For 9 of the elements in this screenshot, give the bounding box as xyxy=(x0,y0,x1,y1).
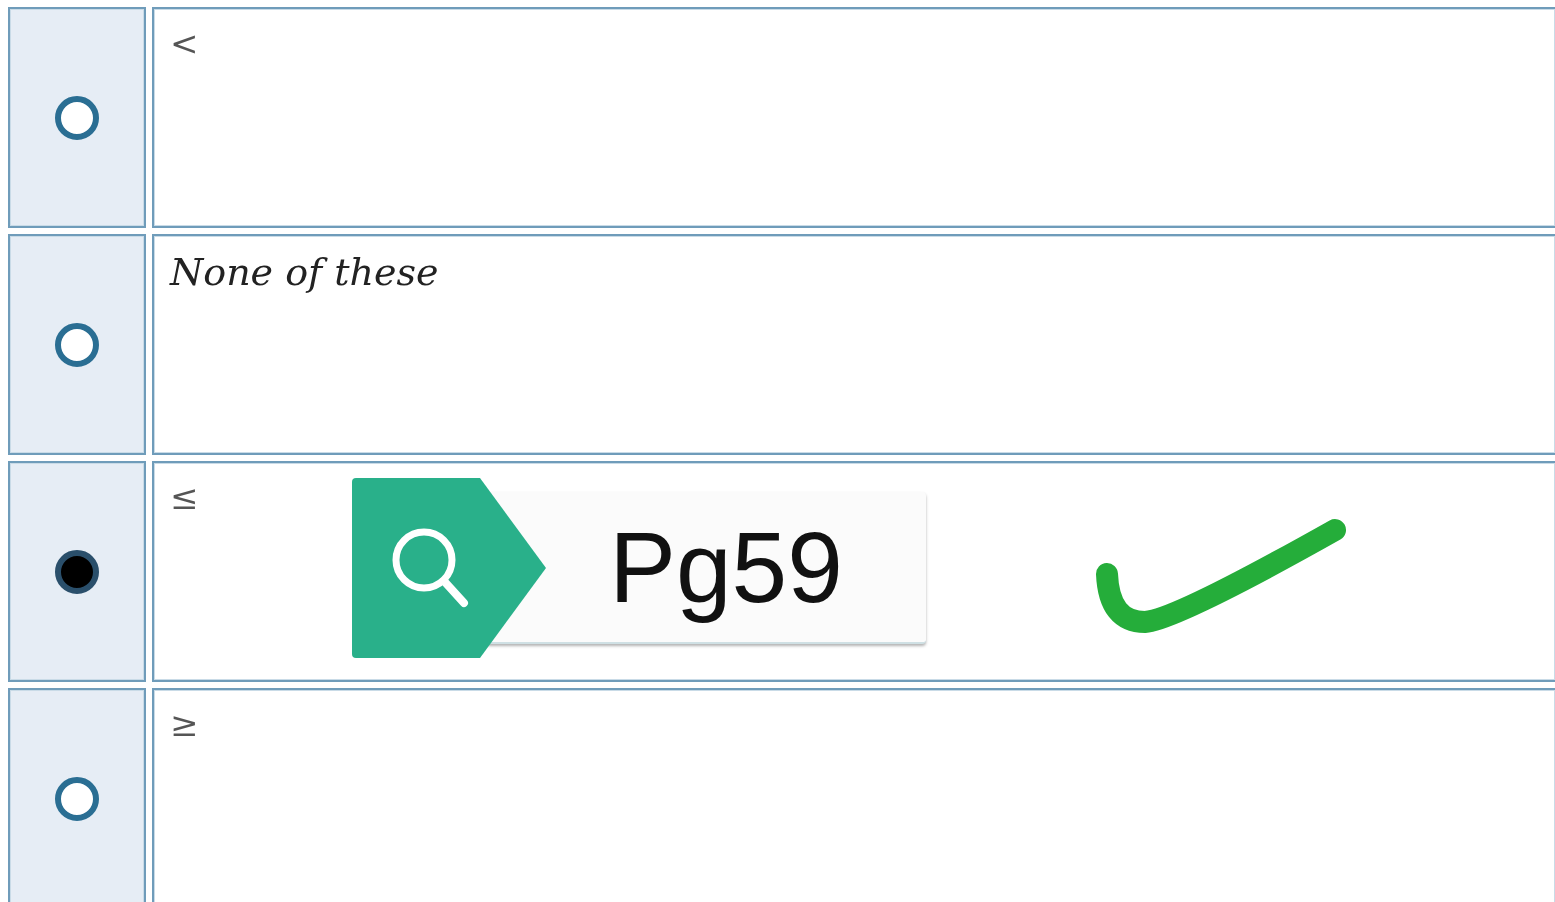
answer-text: ≥ xyxy=(170,704,199,744)
radio-button[interactable] xyxy=(55,95,99,140)
radio-button[interactable] xyxy=(55,776,99,821)
radio-button[interactable] xyxy=(55,322,99,367)
answer-text: ≤ xyxy=(170,477,199,517)
answer-text: < xyxy=(170,23,199,63)
radio-button[interactable] xyxy=(55,549,99,594)
search-icon xyxy=(352,478,546,658)
answer-text: None of these xyxy=(170,250,439,294)
